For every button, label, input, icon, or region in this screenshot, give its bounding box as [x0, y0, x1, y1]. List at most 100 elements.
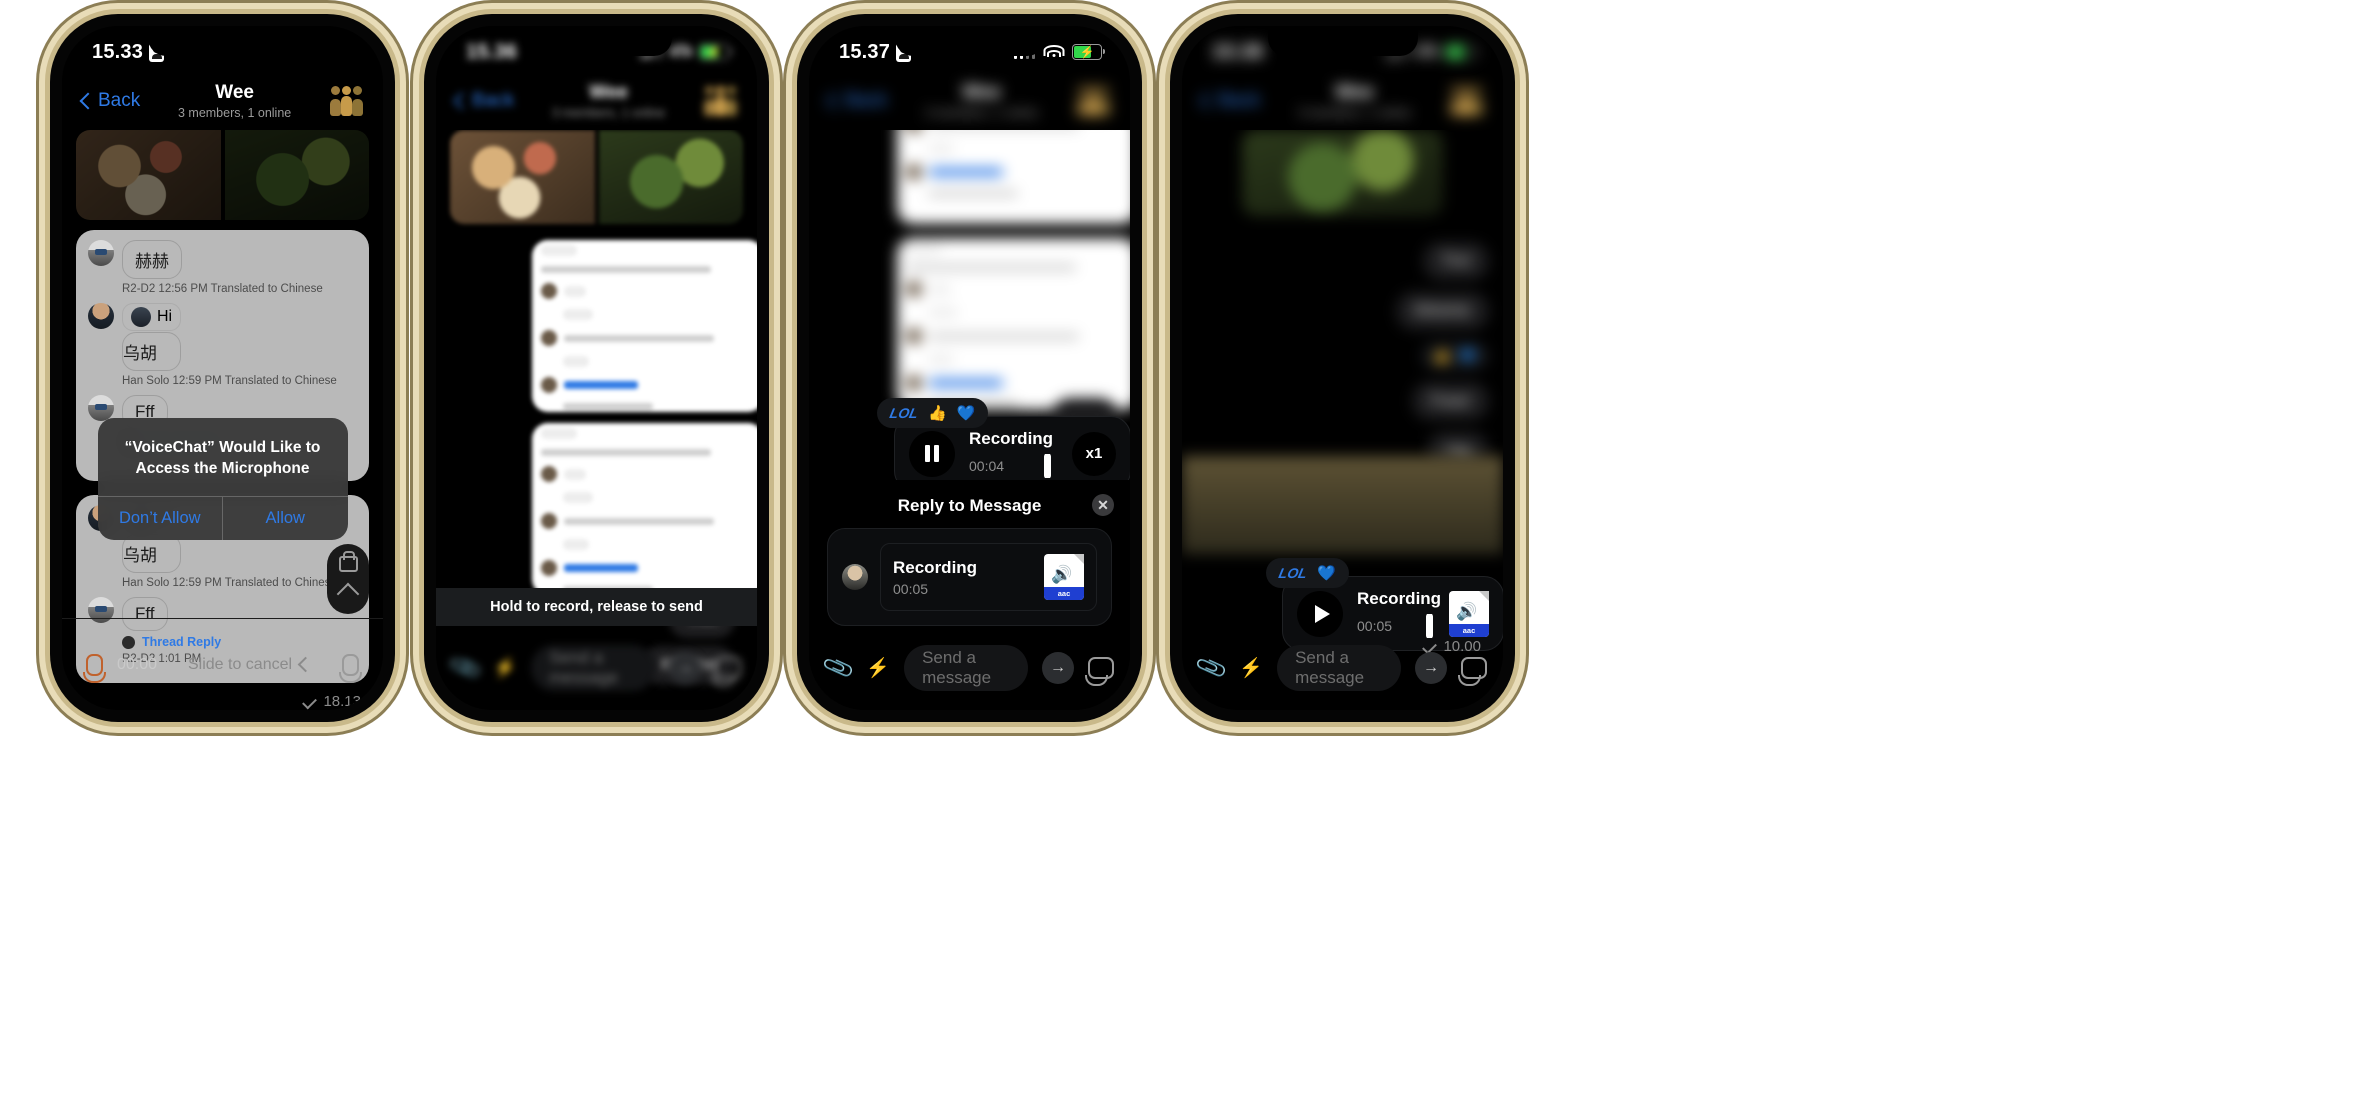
composer: 📎 ⚡ Send a message → — [436, 626, 757, 710]
lightning-icon[interactable]: ⚡ — [493, 656, 517, 680]
quoted-audio-card[interactable]: Recording 00:05 🔊 aac — [880, 543, 1097, 611]
status-time-label: 15.33 — [92, 40, 144, 63]
waveform[interactable] — [1014, 454, 1058, 478]
list-item[interactable]: Hi 乌胡 — [88, 303, 357, 371]
members-icon[interactable] — [1449, 86, 1483, 116]
members-icon[interactable] — [703, 86, 737, 116]
lol-reaction-icon[interactable]: LOL — [888, 405, 919, 421]
notch — [1267, 26, 1418, 56]
battery-icon — [1445, 44, 1478, 60]
quoted-message[interactable]: Recording 00:05 🔊 aac — [827, 528, 1112, 626]
scrubber-handle[interactable] — [1044, 454, 1052, 478]
status-time-label: 15.36 — [466, 40, 518, 63]
lock-icon — [338, 551, 358, 572]
back-label: Back — [1218, 90, 1261, 111]
back-button[interactable]: Back — [1199, 90, 1261, 112]
chat-title-block[interactable]: Wee 3 members, 1 online — [552, 82, 665, 120]
message-meta: Han Solo 12:59 PM Translated to Chinese — [122, 375, 337, 387]
reaction-bar[interactable]: LOL 💙 — [1266, 558, 1349, 588]
photo-thumb[interactable] — [224, 130, 369, 220]
send-button[interactable]: → — [1042, 652, 1074, 684]
chat-title-block[interactable]: Wee 3 members, 1 online — [925, 82, 1038, 120]
phone-1-screen: 15.33 Back Wee 3 members, 1 online 赫赫 R2… — [62, 26, 383, 710]
playback-speed-button[interactable]: x1 — [1072, 431, 1116, 476]
nav-bar: Back Wee 3 members, 1 online — [62, 72, 383, 130]
send-button[interactable]: → — [669, 652, 701, 684]
reply-header: Reply to Message ✕ — [809, 480, 1130, 528]
avatar — [88, 240, 114, 266]
recording-bar: 00:00 Slide to cancel — [62, 618, 383, 710]
back-button[interactable]: Back — [826, 90, 887, 112]
message-input[interactable]: Send a message — [531, 645, 655, 691]
lightning-icon[interactable]: ⚡ — [1239, 656, 1263, 680]
photo-attachment-row[interactable] — [450, 130, 743, 224]
photo-thumb[interactable] — [76, 130, 221, 220]
microphone-icon[interactable] — [1458, 657, 1487, 686]
message-text: 赫赫 — [122, 240, 182, 279]
heart-icon[interactable]: 💙 — [1317, 564, 1336, 582]
attachment-icon[interactable]: 📎 — [1194, 650, 1230, 685]
microphone-icon[interactable] — [338, 653, 362, 683]
composer: 📎 ⚡ Send a message → — [809, 626, 1130, 710]
outgoing-bubble[interactable]: Fwwr — [1412, 382, 1489, 420]
photo-thumb[interactable] — [450, 130, 595, 224]
page-title: Wee — [215, 81, 254, 103]
photo-thumb[interactable] — [598, 130, 743, 224]
heart-icon[interactable]: 💙 — [957, 404, 976, 422]
phone-3: 15.37 ⚡ Back Wee 3 members, 1 online LOL… — [797, 14, 1142, 722]
photo-attachment-row[interactable] — [76, 130, 369, 220]
back-button[interactable]: Back — [453, 90, 514, 112]
quoted-audio-duration: 00:05 — [893, 580, 929, 597]
photo-thumb[interactable] — [1242, 130, 1443, 216]
nav-bar: Back Wee 3 members, 1 online — [1182, 72, 1503, 130]
message-input[interactable]: Send a message — [904, 645, 1028, 691]
chat-title-block[interactable]: Wee 3 members, 1 online — [178, 82, 291, 120]
lol-reaction-icon[interactable]: LOL — [1277, 565, 1308, 581]
lock-slide-control[interactable] — [327, 544, 369, 614]
members-icon[interactable] — [1076, 86, 1110, 116]
player-progress-row: 00:04 — [969, 454, 1058, 478]
message-card[interactable] — [532, 240, 757, 412]
attachment-icon[interactable]: 📎 — [821, 650, 857, 685]
back-button[interactable]: Back — [79, 90, 140, 112]
thumbs-up-icon[interactable]: 👍 — [1434, 348, 1450, 364]
message-card[interactable] — [532, 423, 757, 595]
reaction-bar[interactable]: 👍 💙 — [1420, 342, 1489, 370]
message-card[interactable] — [897, 238, 1130, 410]
message-input[interactable]: Send a message — [1277, 645, 1401, 691]
list-item[interactable]: 赫赫 — [88, 240, 357, 279]
message-card[interactable] — [897, 130, 1130, 224]
allow-button[interactable]: Allow — [223, 497, 348, 540]
slide-to-cancel[interactable]: Slide to cancel — [187, 655, 314, 674]
avatar — [842, 564, 868, 590]
heart-icon[interactable]: 💙 — [1460, 348, 1476, 364]
close-icon[interactable]: ✕ — [1092, 494, 1114, 516]
quoted-text: Hi — [157, 308, 173, 325]
pause-button[interactable] — [909, 430, 955, 477]
permission-alert[interactable]: “VoiceChat” Would Like to Access the Mic… — [97, 418, 348, 540]
alert-actions: Don’t Allow Allow — [97, 495, 348, 540]
outgoing-bubble[interactable]: Rthtrhtr — [1396, 292, 1489, 330]
thumbs-up-icon[interactable]: 👍 — [928, 404, 947, 422]
notch — [147, 26, 298, 56]
photo-attachment-row[interactable] — [1242, 130, 1443, 216]
chat-title-block[interactable]: Wee 3 members, 1 online — [1298, 82, 1411, 120]
members-icon[interactable] — [329, 86, 363, 116]
lightning-icon[interactable]: ⚡ — [866, 656, 890, 680]
slide-to-cancel-label: Slide to cancel — [187, 655, 293, 673]
attachment-icon[interactable]: 📎 — [448, 650, 484, 685]
microphone-icon[interactable] — [1085, 657, 1114, 686]
status-time-label: 15.37 — [839, 40, 891, 63]
media-attachment[interactable] — [1182, 456, 1503, 554]
outgoing-bubble[interactable]: Thrt — [1422, 242, 1489, 280]
reaction-bar[interactable]: LOL 👍 💙 — [877, 398, 989, 428]
quoted-mini-message[interactable]: Hi — [122, 303, 182, 331]
dont-allow-button[interactable]: Don’t Allow — [98, 496, 223, 540]
status-time-label: 15.38 — [1212, 40, 1264, 63]
nav-bar: Back Wee 3 members, 1 online — [436, 72, 757, 130]
composer: 📎 ⚡ Send a message → — [1182, 626, 1503, 710]
send-button[interactable]: → — [1415, 652, 1447, 684]
microphone-icon[interactable] — [712, 657, 741, 686]
quoted-audio-title: Recording — [893, 557, 978, 577]
record-timer: 00:00 — [117, 655, 158, 673]
